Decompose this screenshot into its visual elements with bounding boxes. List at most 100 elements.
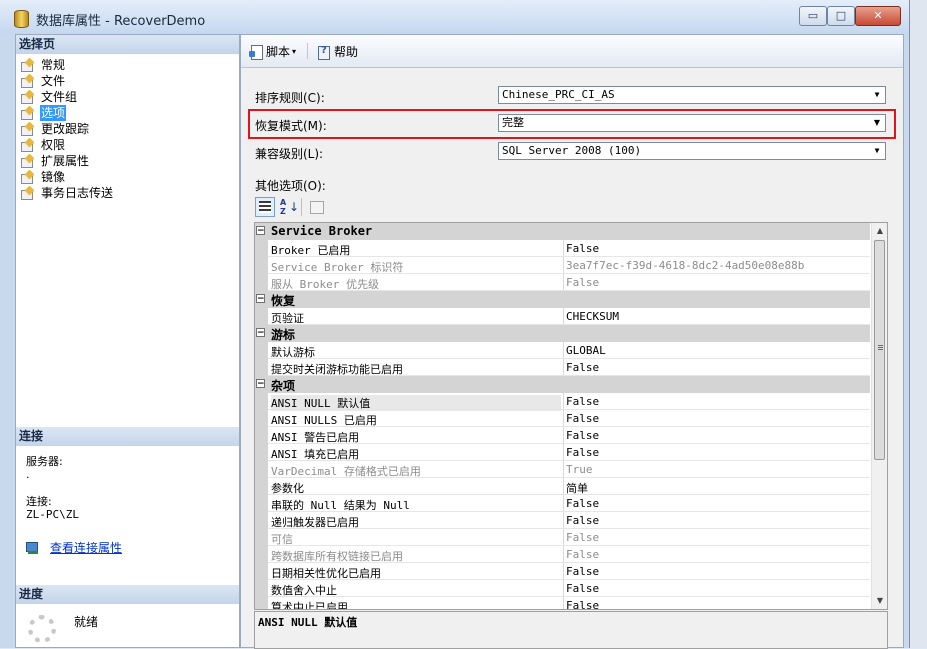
collation-select[interactable]: Chinese_PRC_CI_AS ▼ (498, 86, 886, 104)
title-bar[interactable]: 数据库属性 - RecoverDemo ▭ □ ✕ (0, 0, 909, 34)
property-row[interactable]: 默认游标 GLOBAL (255, 342, 870, 359)
column-divider (563, 240, 564, 257)
row-gutter (255, 580, 268, 597)
property-row[interactable]: Broker 已启用 False (255, 240, 870, 257)
property-value[interactable]: False (566, 242, 599, 255)
property-value[interactable]: 3ea7f7ec-f39d-4618-8dc2-4ad50e08e88b (566, 259, 804, 272)
description-title: ANSI NULL 默认值 (258, 616, 358, 629)
property-row[interactable]: 串联的 Null 结果为 Null False (255, 495, 870, 512)
category-name: 杂项 (271, 379, 296, 393)
maximize-button[interactable]: □ (827, 6, 855, 26)
compatibility-level-select[interactable]: SQL Server 2008 (100) ▼ (498, 142, 886, 160)
column-divider (563, 563, 564, 580)
minimize-button[interactable]: ▭ (799, 6, 827, 26)
property-row[interactable]: 日期相关性优化已启用 False (255, 563, 870, 580)
property-row[interactable]: 算术中止已启用 False (255, 597, 870, 609)
scroll-down-icon[interactable]: ▼ (872, 593, 887, 609)
nav-item[interactable]: 扩展属性 (20, 153, 114, 169)
compatibility-level-label: 兼容级别(L): (255, 147, 324, 161)
nav-item[interactable]: 事务日志传送 (20, 185, 114, 201)
property-category-row[interactable]: − Service Broker (255, 223, 870, 240)
nav-item-label: 选项 (40, 105, 67, 121)
close-button[interactable]: ✕ (855, 6, 901, 26)
property-value[interactable]: False (566, 599, 599, 609)
property-row[interactable]: ANSI NULLS 已启用 False (255, 410, 870, 427)
column-divider (563, 546, 564, 563)
nav-item[interactable]: 常规 (20, 57, 114, 73)
chevron-down-icon[interactable]: ▼ (869, 115, 885, 131)
collapse-icon[interactable]: − (256, 294, 265, 304)
property-value[interactable]: False (566, 276, 599, 289)
property-row[interactable]: ANSI NULL 默认值 False (255, 393, 870, 411)
collapse-icon[interactable]: − (256, 226, 265, 236)
property-value[interactable]: GLOBAL (566, 344, 606, 357)
page-list: 常规 文件 文件组 选项 更改跟踪 权限 扩展属性 镜像 事务日志传送 (20, 57, 114, 201)
property-row[interactable]: ANSI 警告已启用 False (255, 427, 870, 444)
property-category-row[interactable]: − 杂项 (255, 376, 870, 393)
property-category-row[interactable]: − 游标 (255, 325, 870, 342)
scrollbar-thumb[interactable] (874, 240, 885, 460)
property-value[interactable]: False (566, 497, 599, 510)
background-window-strip (910, 0, 927, 648)
nav-item[interactable]: 镜像 (20, 169, 114, 185)
property-page-icon (20, 91, 34, 104)
view-connection-properties-link[interactable]: 查看连接属性 (24, 539, 122, 556)
property-value[interactable]: True (566, 463, 593, 476)
property-value[interactable]: CHECKSUM (566, 310, 619, 323)
vertical-scrollbar[interactable]: ▲ ▼ (871, 223, 887, 609)
property-page-icon (20, 187, 34, 200)
property-value[interactable]: False (566, 514, 599, 527)
property-row[interactable]: 可信 False (255, 529, 870, 546)
property-row[interactable]: 跨数据库所有权链接已启用 False (255, 546, 870, 563)
property-row[interactable]: 递归触发器已启用 False (255, 512, 870, 529)
property-value[interactable]: False (566, 565, 599, 578)
help-button[interactable]: 帮助 (317, 43, 358, 60)
collapse-icon[interactable]: − (256, 328, 265, 338)
property-row[interactable]: 参数化 简单 (255, 478, 870, 495)
alphabetical-sort-icon[interactable] (277, 197, 299, 217)
nav-item[interactable]: 文件组 (20, 89, 114, 105)
property-row[interactable]: 提交时关闭游标功能已启用 False (255, 359, 870, 376)
property-value[interactable]: False (566, 429, 599, 442)
column-divider (563, 410, 564, 427)
chevron-down-icon[interactable]: ▼ (869, 143, 885, 159)
nav-item[interactable]: 更改跟踪 (20, 121, 114, 137)
help-icon (317, 45, 331, 60)
property-row[interactable]: 服从 Broker 优先级 False (255, 274, 870, 291)
right-pane: 脚本 ▾ 帮助 排序规则(C): Chinese_PRC_CI_AS ▼ 恢复模… (240, 34, 904, 649)
property-value[interactable]: False (566, 395, 599, 408)
property-value[interactable]: False (566, 412, 599, 425)
property-value[interactable]: False (566, 531, 599, 544)
description-panel: ANSI NULL 默认值 (254, 611, 888, 649)
nav-item[interactable]: 选项 (20, 105, 114, 121)
collapse-icon[interactable]: − (256, 379, 265, 389)
property-row[interactable]: VarDecimal 存储格式已启用 True (255, 461, 870, 478)
property-row[interactable]: ANSI 填充已启用 False (255, 444, 870, 461)
property-row[interactable]: Service Broker 标识符 3ea7f7ec-f39d-4618-8dc… (255, 257, 870, 274)
property-value[interactable]: False (566, 548, 599, 561)
property-value[interactable]: False (566, 446, 599, 459)
recovery-mode-select[interactable]: 完整 ▼ (498, 114, 886, 132)
connection-value: ZL-PC\ZL (26, 508, 79, 521)
nav-item[interactable]: 文件 (20, 73, 114, 89)
property-row[interactable]: 页验证 CHECKSUM (255, 308, 870, 325)
property-value[interactable]: False (566, 582, 599, 595)
nav-item-label: 文件组 (41, 90, 78, 104)
property-value[interactable]: False (566, 361, 599, 374)
property-page-icon (20, 171, 34, 184)
property-category-row[interactable]: − 恢复 (255, 291, 870, 308)
category-name: 游标 (271, 328, 296, 342)
property-pages-icon[interactable] (306, 197, 326, 217)
column-divider (563, 359, 564, 376)
script-button[interactable]: 脚本 ▾ (249, 43, 296, 60)
chevron-down-icon[interactable]: ▼ (869, 87, 885, 103)
nav-item-label: 镜像 (41, 170, 66, 184)
property-page-icon (20, 139, 34, 152)
collation-value: Chinese_PRC_CI_AS (502, 88, 615, 101)
property-row[interactable]: 数值舍入中止 False (255, 580, 870, 597)
scroll-up-icon[interactable]: ▲ (872, 223, 887, 239)
property-grid[interactable]: − Service Broker Broker 已启用 False Service Br… (254, 222, 888, 610)
view-connection-properties-label[interactable]: 查看连接属性 (50, 539, 122, 556)
categorized-view-icon[interactable] (255, 197, 275, 217)
nav-item[interactable]: 权限 (20, 137, 114, 153)
